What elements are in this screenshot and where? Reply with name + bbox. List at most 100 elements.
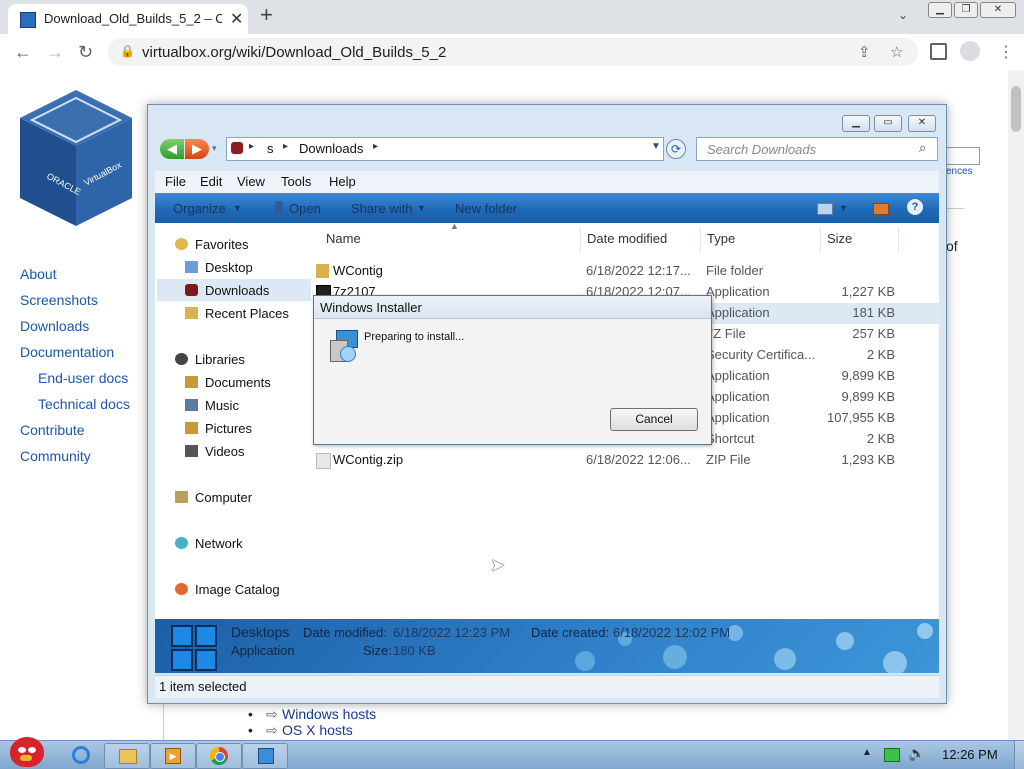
minimize-window-button[interactable]: ▁: [928, 2, 952, 18]
close-window-button[interactable]: ✕: [980, 2, 1016, 18]
start-button-angry-bird-icon[interactable]: [6, 733, 48, 769]
menu-view[interactable]: View: [237, 174, 265, 189]
nav-link-downloads[interactable]: Downloads: [20, 318, 89, 334]
nav-downloads[interactable]: Downloads: [185, 283, 269, 298]
view-chevron-icon[interactable]: ▼: [839, 203, 848, 213]
taskbar-clock[interactable]: 12:26 PM: [942, 747, 998, 762]
column-type[interactable]: Type: [707, 231, 735, 246]
table-row[interactable]: WContig.zip 6/18/2022 12:06... ZIP File …: [314, 450, 939, 471]
file-explorer-taskbar-icon[interactable]: [104, 743, 150, 769]
new-folder-button[interactable]: New folder: [455, 201, 517, 216]
nav-link-about[interactable]: About: [20, 266, 57, 282]
column-date-modified[interactable]: Date modified: [587, 231, 667, 246]
status-text: 1 item selected: [159, 679, 247, 694]
documents-icon: [185, 376, 198, 388]
new-tab-button[interactable]: +: [260, 4, 273, 26]
menu-help[interactable]: Help: [329, 174, 356, 189]
share-icon[interactable]: ⇪: [858, 43, 871, 61]
page-scrollbar[interactable]: [1008, 70, 1024, 740]
recent-pages-chevron-icon[interactable]: ▾: [212, 143, 217, 154]
menu-kebab-icon[interactable]: ⋮: [998, 42, 1014, 62]
preview-pane-icon[interactable]: [873, 203, 889, 215]
nav-desktop[interactable]: Desktop: [185, 260, 253, 275]
address-bar[interactable]: 🔒 virtualbox.org/wiki/Download_Old_Build…: [108, 38, 918, 66]
cancel-button[interactable]: Cancel: [610, 408, 698, 431]
refresh-icon[interactable]: ⟳: [666, 139, 686, 159]
restore-window-button[interactable]: ❐: [954, 2, 978, 18]
chrome-icon[interactable]: [196, 743, 242, 769]
nav-favorites[interactable]: Favorites: [175, 237, 248, 252]
column-name[interactable]: Name: [326, 231, 361, 246]
nav-link-technical-docs[interactable]: Technical docs: [38, 396, 130, 412]
nav-computer[interactable]: Computer: [175, 490, 252, 505]
menu-tools[interactable]: Tools: [281, 174, 311, 189]
libraries-icon: [175, 353, 188, 365]
details-file-kind: Application: [231, 643, 295, 658]
search-icon[interactable]: ⌕: [919, 140, 926, 156]
star-icon: [175, 238, 188, 250]
mouse-cursor-icon: ➤: [490, 555, 506, 575]
sort-ascending-icon: ▲: [450, 221, 459, 231]
volume-icon[interactable]: 🔊: [908, 745, 925, 762]
battery-icon[interactable]: [884, 748, 900, 762]
breadcrumb-segment[interactable]: Downloads: [299, 141, 363, 156]
taskbar: ▶ ▲ 🔊 12:26 PM: [0, 737, 1024, 769]
installer-taskbar-icon[interactable]: [242, 743, 288, 769]
windows-hosts-link[interactable]: Windows hosts: [282, 706, 376, 722]
open-icon[interactable]: [275, 201, 283, 215]
browser-tab[interactable]: Download_Old_Builds_5_2 – O ✕: [8, 4, 248, 34]
explorer-maximize-button[interactable]: ▭: [874, 115, 902, 132]
bookmark-star-icon[interactable]: ☆: [890, 43, 903, 61]
nav-music[interactable]: Music: [185, 398, 239, 413]
internet-explorer-icon[interactable]: [58, 743, 102, 767]
profile-avatar-icon[interactable]: [960, 41, 980, 61]
reload-icon[interactable]: ↻: [78, 42, 93, 63]
explorer-minimize-button[interactable]: ▁: [842, 115, 870, 132]
media-player-icon[interactable]: ▶: [150, 743, 196, 769]
back-arrow-icon[interactable]: ←: [14, 42, 32, 63]
explorer-search-input[interactable]: Search Downloads ⌕: [696, 137, 938, 161]
organize-chevron-icon[interactable]: ▼: [233, 203, 242, 213]
side-panel-icon[interactable]: [930, 43, 947, 60]
menu-edit[interactable]: Edit: [200, 174, 222, 189]
nav-link-screenshots[interactable]: Screenshots: [20, 292, 98, 308]
table-row[interactable]: WContig 6/18/2022 12:17... File folder: [314, 261, 939, 282]
nav-link-end-user-docs[interactable]: End-user docs: [38, 370, 128, 386]
show-hidden-icons-icon[interactable]: ▲: [862, 747, 872, 758]
close-tab-icon[interactable]: ✕: [230, 9, 243, 29]
nav-videos[interactable]: Videos: [185, 444, 245, 459]
nav-documents[interactable]: Documents: [185, 375, 271, 390]
explorer-close-button[interactable]: ✕: [908, 115, 936, 132]
address-dropdown-icon[interactable]: ▼: [651, 141, 661, 152]
forward-arrow-icon[interactable]: →: [46, 42, 64, 63]
open-button[interactable]: Open: [289, 201, 321, 216]
menu-file[interactable]: File: [165, 174, 186, 189]
osx-hosts-link[interactable]: OS X hosts: [282, 722, 353, 738]
lock-icon[interactable]: 🔒: [120, 44, 135, 58]
back-arrow-icon[interactable]: ◀: [160, 139, 184, 159]
chevron-down-icon[interactable]: ⌄: [898, 8, 908, 22]
share-chevron-icon[interactable]: ▼: [417, 203, 426, 213]
show-desktop-button[interactable]: [1014, 741, 1024, 769]
dialog-title-bar[interactable]: Windows Installer: [314, 296, 711, 319]
organize-button[interactable]: Organize: [173, 201, 226, 216]
nav-libraries[interactable]: Libraries: [175, 352, 245, 367]
nav-recent-places[interactable]: Recent Places: [185, 306, 289, 321]
explorer-address-bar[interactable]: ▸ s ▸ Downloads ▸ ▼: [226, 137, 664, 161]
nav-network[interactable]: Network: [175, 536, 243, 551]
forward-arrow-icon[interactable]: ▶: [185, 139, 209, 159]
nav-link-community[interactable]: Community: [20, 448, 91, 464]
view-options-icon[interactable]: [817, 203, 833, 215]
preferences-link[interactable]: ences: [946, 166, 973, 177]
nav-pictures[interactable]: Pictures: [185, 421, 252, 436]
url-text[interactable]: virtualbox.org/wiki/Download_Old_Builds_…: [142, 44, 446, 61]
column-size[interactable]: Size: [827, 231, 852, 246]
breadcrumb-segment[interactable]: s: [267, 141, 274, 156]
share-with-button[interactable]: Share with: [351, 201, 412, 216]
page-scrollbar-thumb[interactable]: [1011, 86, 1021, 132]
site-search-input[interactable]: [946, 147, 980, 165]
nav-link-documentation[interactable]: Documentation: [20, 344, 114, 360]
nav-image-catalog[interactable]: Image Catalog: [175, 582, 280, 597]
nav-link-contribute[interactable]: Contribute: [20, 422, 85, 438]
help-icon[interactable]: ?: [907, 199, 923, 215]
